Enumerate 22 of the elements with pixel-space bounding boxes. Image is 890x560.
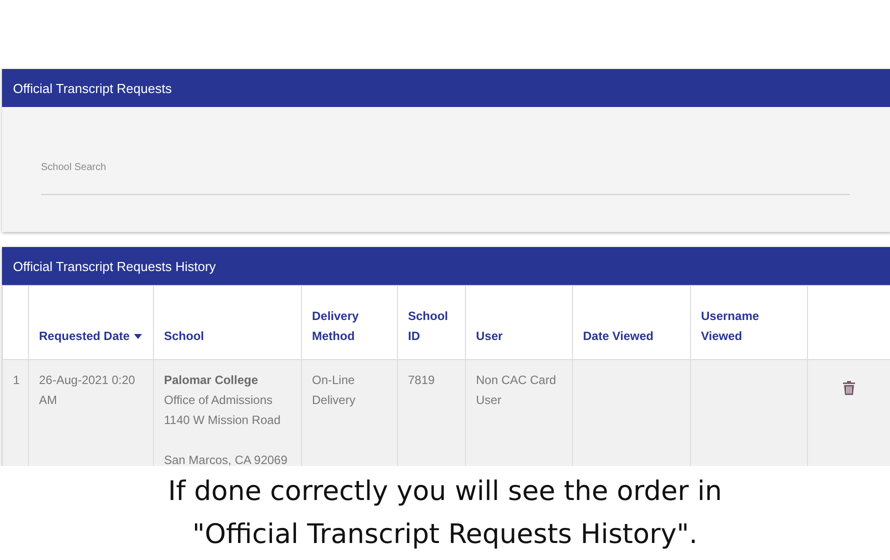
address-line: San Marcos, CA 92069	[164, 452, 288, 466]
column-header[interactable]: Delivery Method	[302, 286, 398, 360]
column-header[interactable]: School ID	[398, 286, 466, 360]
table-cell-text: On-Line Delivery	[312, 372, 356, 409]
panel-header: Official Transcript Requests History	[2, 247, 890, 285]
column-header[interactable]: Requested Date	[28, 286, 154, 360]
column-header[interactable]: Date Viewed	[572, 286, 690, 360]
column-header[interactable]: Username Viewed	[690, 286, 808, 360]
table-cell-text: 26-Aug-2021 0:20 AM	[39, 372, 136, 409]
row-number: 1	[13, 372, 20, 389]
panel-header: Official Transcript Requests	[2, 69, 890, 107]
column-header[interactable]: User	[466, 286, 572, 360]
school-name: Palomar College	[164, 372, 260, 389]
trash-icon[interactable]	[843, 381, 855, 395]
address-line: 1140 W Mission Road	[164, 412, 282, 429]
column-header[interactable]: School	[154, 286, 302, 360]
caption-text: If done correctly you will see the order in	[168, 475, 722, 509]
field-label: School Search	[41, 162, 106, 173]
table-cell-text: Non CAC Card User	[476, 372, 558, 409]
caption-text: "Official Transcript Requests History".	[192, 518, 698, 552]
address-line: Office of Admissions	[164, 392, 274, 409]
table-cell-text: 7819	[408, 372, 435, 389]
